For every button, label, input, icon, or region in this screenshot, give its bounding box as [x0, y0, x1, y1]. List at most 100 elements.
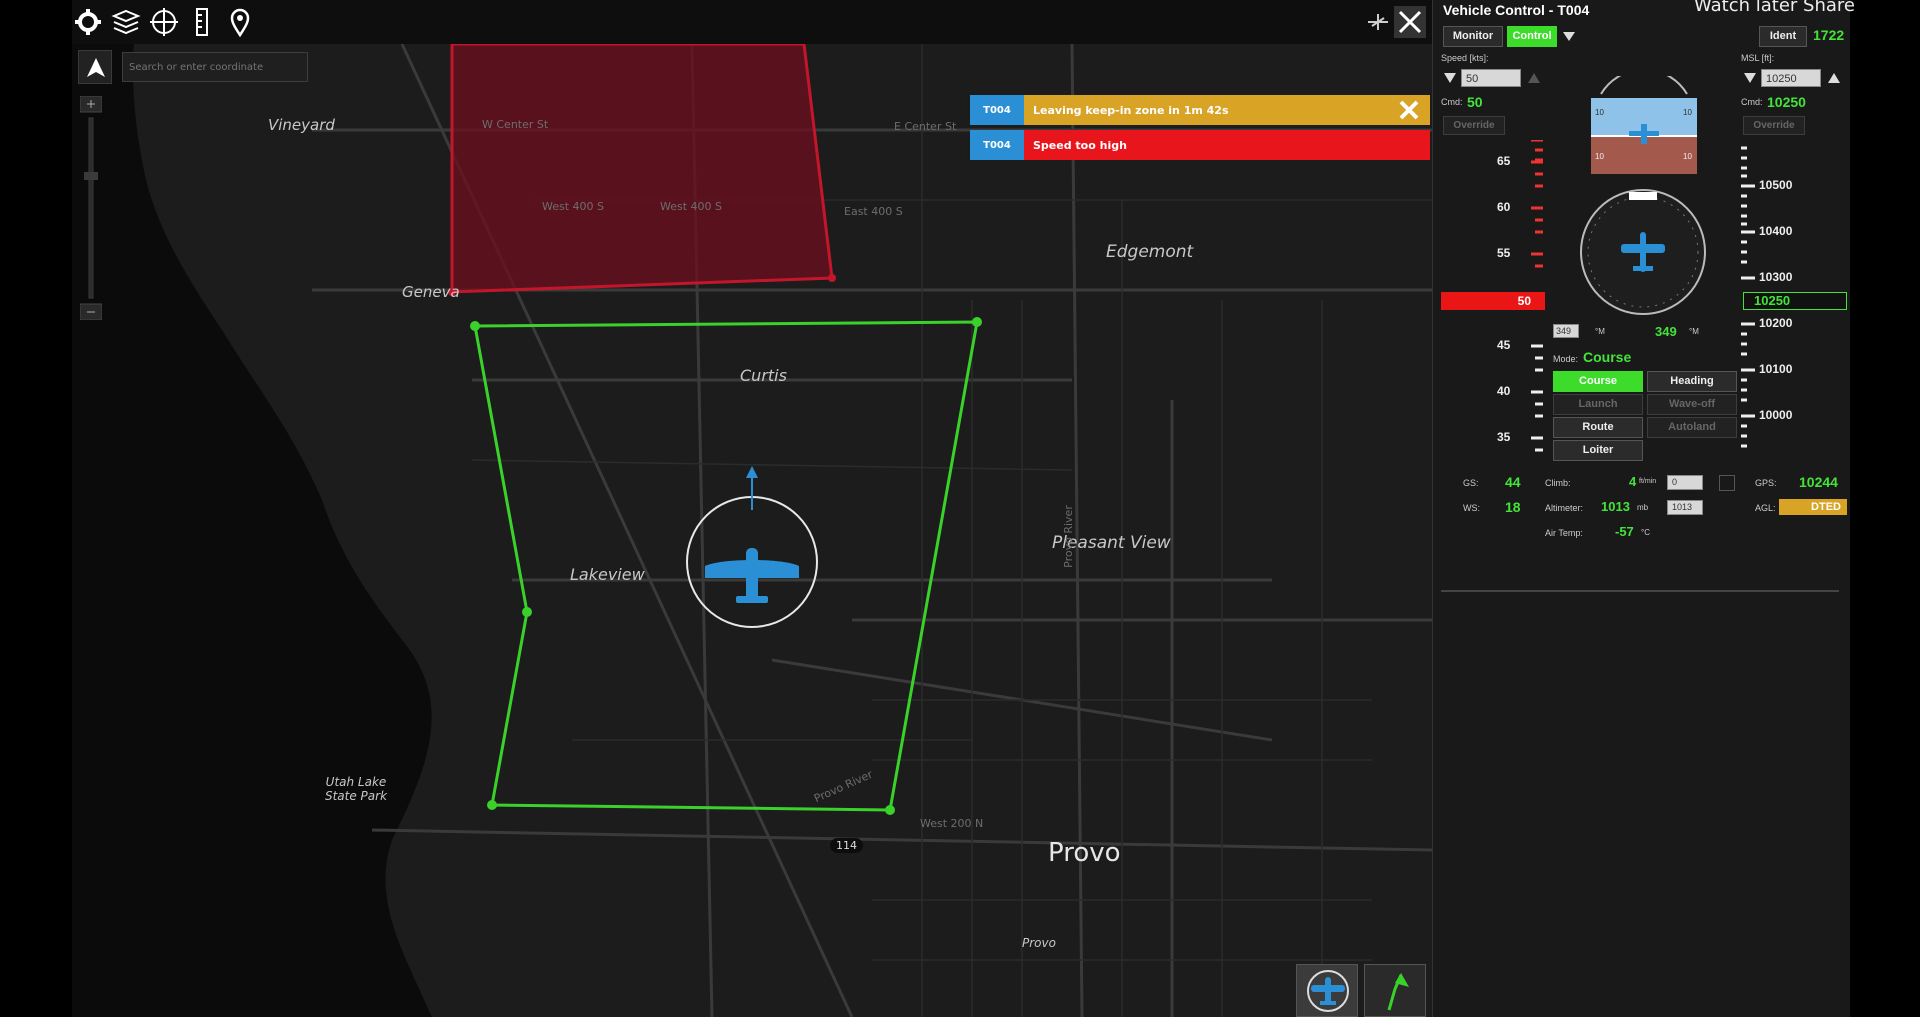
control-button[interactable]: Control: [1507, 26, 1557, 47]
speed-tick: 45: [1497, 338, 1511, 352]
speed-cmd-value: 50: [1467, 94, 1483, 110]
speed-tick: 60: [1497, 200, 1511, 214]
panel-title: Vehicle Control - T004: [1443, 2, 1590, 18]
navigation-button[interactable]: [78, 50, 112, 84]
no-fly-icon[interactable]: [1362, 6, 1394, 38]
altimeter-input[interactable]: 1013: [1667, 500, 1703, 515]
alert-warning[interactable]: T004 Leaving keep-in zone in 1m 42s: [970, 95, 1430, 125]
place-label: Lakeview: [570, 565, 645, 584]
place-label: Provo: [1022, 936, 1056, 950]
gps-value: 10244: [1799, 474, 1838, 490]
mode-label: Mode:: [1553, 354, 1579, 364]
heading-value: 349: [1655, 324, 1677, 339]
speed-input[interactable]: 50: [1461, 69, 1521, 87]
aircraft-icon: [1307, 970, 1349, 1012]
altitude-tick: 10200: [1759, 316, 1793, 330]
mode-wave-off-button[interactable]: Wave-off: [1647, 394, 1737, 415]
monitor-button[interactable]: Monitor: [1443, 26, 1503, 47]
agl-label: AGL:: [1755, 503, 1776, 513]
mode-course-button[interactable]: Course: [1553, 371, 1643, 392]
route-button[interactable]: [1364, 964, 1426, 1017]
decrease-speed-icon[interactable]: [1443, 71, 1457, 85]
gs-value: 44: [1505, 474, 1521, 490]
attitude-indicator: [1591, 76, 1697, 174]
pitch-tick: 10: [1595, 152, 1604, 161]
map-toolbar: [72, 0, 1432, 44]
heading-unit: °M: [1689, 327, 1699, 336]
zoom-slider[interactable]: [80, 96, 102, 320]
speed-tick: 40: [1497, 384, 1511, 398]
altitude-tick: 10100: [1759, 362, 1793, 376]
heading-unit: °M: [1595, 327, 1605, 336]
street-label: West 200 N: [920, 817, 984, 830]
mode-autoland-button[interactable]: Autoland: [1647, 417, 1737, 438]
crosshair-icon[interactable]: [148, 6, 180, 38]
chevron-down-icon[interactable]: [1561, 28, 1577, 44]
climb-checkbox[interactable]: [1719, 475, 1735, 491]
mode-loiter-button[interactable]: Loiter: [1553, 440, 1643, 461]
altimeter-value: 1013: [1601, 499, 1630, 514]
heading-input[interactable]: 349: [1553, 324, 1579, 338]
altimeter-unit: mb: [1637, 503, 1649, 512]
gs-label: GS:: [1463, 478, 1479, 488]
ws-label: WS:: [1463, 503, 1480, 513]
speed-override-button[interactable]: Override: [1443, 116, 1505, 135]
alert-error[interactable]: T004 Speed too high: [970, 130, 1430, 160]
pitch-tick: 10: [1683, 108, 1692, 117]
altitude-input[interactable]: 10250: [1761, 69, 1821, 87]
speed-tick: 65: [1497, 154, 1511, 168]
street-label: E Center St: [894, 120, 957, 133]
place-label: Utah Lake State Park: [324, 775, 388, 803]
climb-unit: ft/min: [1639, 478, 1657, 485]
location-pin-icon[interactable]: [224, 6, 256, 38]
alert-vehicle-tag: T004: [970, 130, 1024, 160]
vehicle-control-panel: Vehicle Control - T004 Monitor Control I…: [1432, 0, 1850, 1017]
airtemp-label: Air Temp:: [1545, 528, 1583, 538]
alert-vehicle-tag: T004: [970, 95, 1024, 125]
ruler-icon[interactable]: [186, 6, 218, 38]
city-label: Provo: [1048, 838, 1121, 868]
altitude-tick: 10400: [1759, 224, 1793, 238]
climb-label: Climb:: [1545, 478, 1571, 488]
current-altitude-indicator: 10250: [1743, 292, 1847, 310]
street-label: West 400 S: [542, 200, 605, 213]
layers-icon[interactable]: [110, 6, 142, 38]
map-view[interactable]: Vineyard Geneva Curtis Edgemont Lakeview…: [72, 0, 1432, 1017]
altitude-cmd-value: 10250: [1767, 94, 1806, 110]
altitude-tick: 10300: [1759, 270, 1793, 284]
street-label: East 400 S: [844, 205, 903, 218]
mode-heading-button[interactable]: Heading: [1647, 371, 1737, 392]
speed-cmd-label: Cmd:: [1441, 97, 1463, 107]
place-label: Curtis: [740, 366, 787, 385]
close-icon[interactable]: [1396, 97, 1422, 123]
vehicle-focus-button[interactable]: [1296, 964, 1358, 1017]
increase-altitude-icon[interactable]: [1827, 71, 1841, 85]
mode-launch-button[interactable]: Launch: [1553, 394, 1643, 415]
climb-input[interactable]: 0: [1667, 475, 1703, 490]
ident-button[interactable]: Ident: [1759, 26, 1807, 47]
video-letterbox: [1850, 0, 1920, 1017]
altitude-tick: 10500: [1759, 178, 1793, 192]
search-input[interactable]: [122, 52, 308, 82]
increase-speed-icon[interactable]: [1527, 71, 1541, 85]
video-overlay-actions[interactable]: Watch later Share: [1694, 0, 1855, 16]
heading-indicator: [1580, 189, 1706, 315]
altitude-override-button[interactable]: Override: [1743, 116, 1805, 135]
current-speed-indicator: 50: [1441, 292, 1545, 310]
gear-icon[interactable]: [72, 6, 104, 38]
mode-route-button[interactable]: Route: [1553, 417, 1643, 438]
street-label: West 400 S: [660, 200, 723, 213]
place-label: Geneva: [402, 283, 460, 301]
route-icon: [1387, 973, 1409, 1011]
pitch-tick: 10: [1683, 152, 1692, 161]
climb-value: 4: [1629, 474, 1637, 489]
gps-label: GPS:: [1755, 478, 1777, 488]
decrease-altitude-icon[interactable]: [1743, 71, 1757, 85]
route-shield: 114: [830, 838, 863, 853]
tools-icon[interactable]: [1394, 6, 1426, 38]
speed-tick: 55: [1497, 246, 1511, 260]
ident-code: 1722: [1813, 27, 1845, 43]
airtemp-unit: °C: [1641, 528, 1650, 537]
river-label: Provo River: [1061, 505, 1075, 568]
place-label: Edgemont: [1106, 242, 1194, 262]
